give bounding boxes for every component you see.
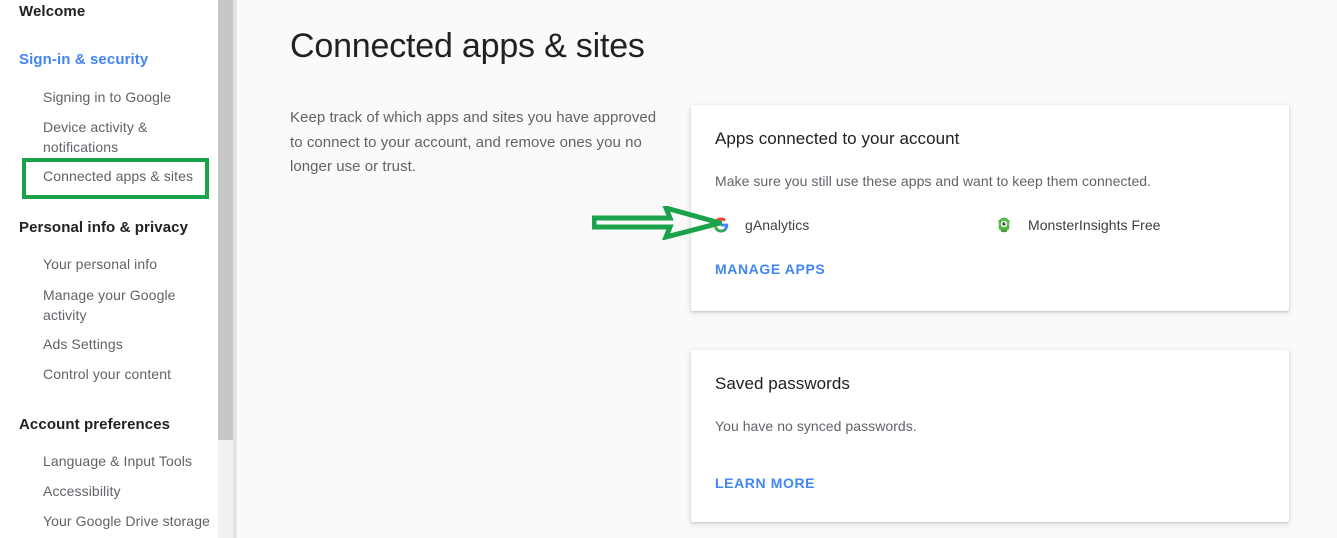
card-apps-title: Apps connected to your account xyxy=(715,129,960,148)
card-apps-subtitle: Make sure you still use these apps and w… xyxy=(715,173,1152,189)
monster-icon xyxy=(994,215,1014,235)
main-content: Connected apps & sites Keep track of whi… xyxy=(237,0,1337,538)
card-apps-connected: Apps connected to your account Make sure… xyxy=(691,105,1289,311)
app-name: MonsterInsights Free xyxy=(1028,217,1161,233)
sidebar-item-connected-apps-sites[interactable]: Connected apps & sites xyxy=(43,166,193,186)
learn-more-link[interactable]: LEARN MORE xyxy=(715,475,815,491)
card-saved-passwords: Saved passwords You have no synced passw… xyxy=(691,350,1289,522)
sidebar-item-ads-settings[interactable]: Ads Settings xyxy=(43,334,123,354)
sidebar-item-language-input-tools[interactable]: Language & Input Tools xyxy=(43,451,192,471)
sidebar-scrollbar-thumb[interactable] xyxy=(218,0,233,440)
card-passwords-subtitle: You have no synced passwords. xyxy=(715,418,917,434)
sidebar-item-control-your-content[interactable]: Control your content xyxy=(43,364,171,384)
sidebar-item-manage-your-google-activity[interactable]: Manage your Google activity xyxy=(43,285,203,325)
card-passwords-title: Saved passwords xyxy=(715,374,850,393)
sidebar-item-accessibility[interactable]: Accessibility xyxy=(43,481,121,501)
sidebar-section-personal-info-privacy[interactable]: Personal info & privacy xyxy=(19,219,188,236)
google-g-icon xyxy=(711,215,731,235)
list-item-app[interactable]: gAnalytics xyxy=(711,213,809,237)
sidebar-item-your-personal-info[interactable]: Your personal info xyxy=(43,254,157,274)
sidebar-section-sign-in-security[interactable]: Sign-in & security xyxy=(19,51,148,68)
sidebar-section-account-preferences[interactable]: Account preferences xyxy=(19,416,170,433)
sidebar-item-device-activity-notifications[interactable]: Device activity & notifications xyxy=(43,117,203,157)
sidebar-navigation: Welcome Sign-in & security Signing in to… xyxy=(0,0,218,538)
welcome-heading: Welcome xyxy=(19,3,86,20)
manage-apps-link[interactable]: MANAGE APPS xyxy=(715,261,825,277)
app-name: gAnalytics xyxy=(745,217,810,233)
sidebar-item-signing-in-to-google[interactable]: Signing in to Google xyxy=(43,87,171,107)
sidebar-item-your-google-drive-storage[interactable]: Your Google Drive storage xyxy=(43,511,210,531)
page-description: Keep track of which apps and sites you h… xyxy=(290,109,657,175)
google-account-settings-page: Welcome Sign-in & security Signing in to… xyxy=(0,0,1337,538)
page-title: Connected apps & sites xyxy=(290,27,645,65)
list-item-app[interactable]: MonsterInsights Free xyxy=(994,213,1161,237)
